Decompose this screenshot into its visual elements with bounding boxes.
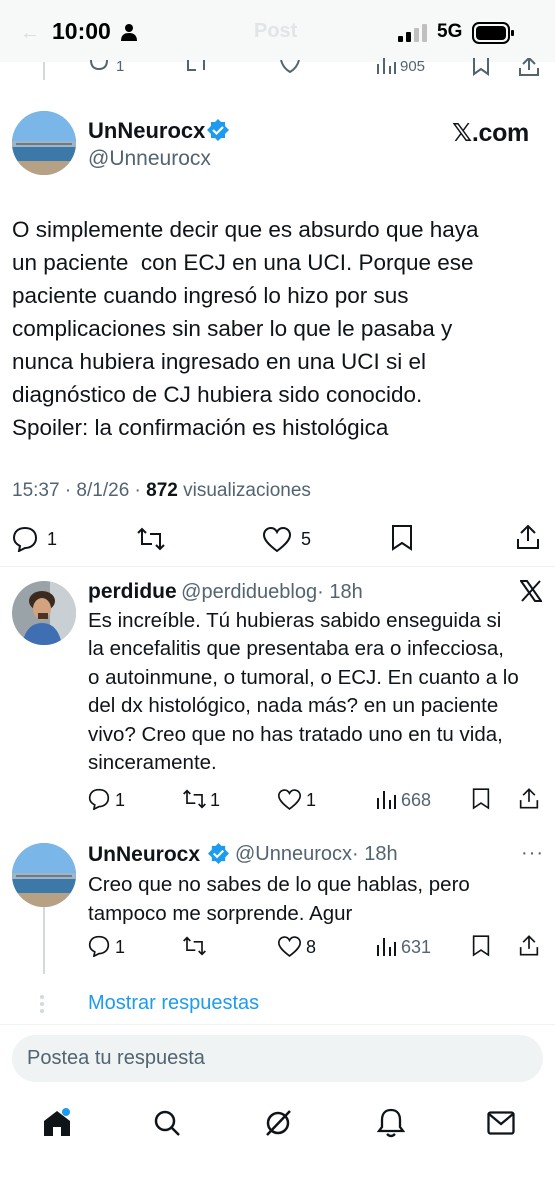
dot (40, 1002, 44, 1006)
more-options-icon[interactable]: ··· (521, 842, 544, 865)
battery-icon (472, 22, 514, 44)
notifications-bell-icon[interactable] (377, 1108, 405, 1138)
like-icon[interactable] (279, 60, 301, 74)
dot (40, 1009, 44, 1013)
person-icon (121, 24, 137, 41)
author-name[interactable]: UnNeurocx (88, 843, 200, 866)
verified-badge-icon (207, 119, 229, 141)
post-time: · 18h (352, 843, 398, 865)
header-title: Post (254, 20, 298, 42)
reply-header: UnNeurocx (88, 843, 200, 867)
author-handle[interactable]: @Unneurocx (235, 843, 352, 865)
verified-badge-icon (208, 843, 229, 864)
reply-handle-row: @Unneurocx· 18h (235, 843, 398, 866)
network-label: 5G (437, 21, 463, 42)
reply-icon[interactable] (12, 526, 38, 552)
avatar[interactable] (12, 111, 76, 175)
source-label: 𝕏.com (452, 119, 529, 147)
signal-icon (398, 24, 427, 42)
reply-text: Creo que no sabes de lo que hablas, pero… (88, 873, 470, 925)
repost-icon[interactable] (136, 527, 166, 551)
reply-icon[interactable] (88, 60, 110, 74)
bottom-tab-bar (0, 1090, 555, 1200)
thread-line (43, 906, 45, 974)
reply-count: 1 (47, 529, 58, 549)
views-icon[interactable] (376, 936, 396, 956)
like-icon[interactable] (263, 527, 291, 552)
like-icon[interactable] (278, 789, 301, 810)
share-icon[interactable] (516, 525, 540, 549)
repost-icon[interactable] (182, 936, 207, 956)
status-time: 10:00 (52, 18, 111, 44)
reply-count: 1 (116, 58, 125, 75)
grok-icon[interactable] (263, 1108, 293, 1138)
reply-count: 1 (115, 790, 126, 810)
avatar[interactable] (12, 581, 76, 645)
views-icon[interactable] (376, 789, 396, 809)
views-count: 872 (146, 480, 178, 501)
back-arrow-icon: ← (20, 22, 40, 44)
home-icon[interactable] (42, 1108, 72, 1138)
author-handle[interactable]: @perdidueblog (181, 581, 317, 603)
reply-icon[interactable] (88, 788, 110, 810)
author-name[interactable]: UnNeurocx (88, 118, 205, 144)
x-logo-icon (520, 580, 542, 602)
repost-icon[interactable] (182, 789, 207, 809)
avatar[interactable] (12, 843, 76, 907)
reply-header: perdidue @perdidueblog· 18h (88, 580, 363, 604)
tweet-text: O simplemente decir que es absurdo que h… (12, 217, 479, 440)
bookmark-icon[interactable] (472, 58, 490, 76)
repost-count: 1 (210, 790, 221, 810)
tweet-meta: 15:37 · 8/1/26 · 872 visualizaciones (12, 480, 311, 502)
bookmark-icon[interactable] (391, 525, 413, 551)
messages-icon[interactable] (487, 1111, 515, 1135)
reply-text: Es increíble. Tú hubieras sabido ensegui… (88, 609, 519, 775)
dot (40, 995, 44, 999)
views-count: 668 (401, 790, 432, 810)
timestamp: 15:37 · 8/1/26 · (12, 480, 147, 501)
bookmark-icon[interactable] (472, 788, 490, 810)
like-count: 1 (306, 790, 317, 810)
search-icon[interactable] (153, 1109, 181, 1137)
repost-icon[interactable] (184, 60, 208, 74)
thread-line (43, 62, 45, 80)
divider (0, 566, 555, 567)
share-icon[interactable] (519, 58, 539, 76)
reply-placeholder: Postea tu respuesta (27, 1047, 205, 1069)
reply-count: 1 (115, 937, 126, 957)
share-icon[interactable] (519, 935, 539, 956)
views-icon[interactable] (376, 58, 396, 74)
post-time: · 18h (317, 581, 363, 603)
views-count: 631 (401, 937, 432, 957)
like-icon[interactable] (278, 936, 301, 957)
views-label: visualizaciones (177, 480, 311, 501)
author-name[interactable]: perdidue (88, 580, 177, 603)
bookmark-icon[interactable] (472, 935, 490, 957)
show-replies-link[interactable]: Mostrar respuestas (88, 992, 259, 1015)
like-count: 8 (306, 937, 317, 957)
views-count: 905 (400, 58, 426, 75)
like-count: 5 (301, 529, 312, 549)
divider (0, 1024, 555, 1025)
author-handle[interactable]: @Unneurocx (88, 147, 211, 171)
reply-icon[interactable] (88, 935, 110, 957)
share-icon[interactable] (519, 788, 539, 809)
